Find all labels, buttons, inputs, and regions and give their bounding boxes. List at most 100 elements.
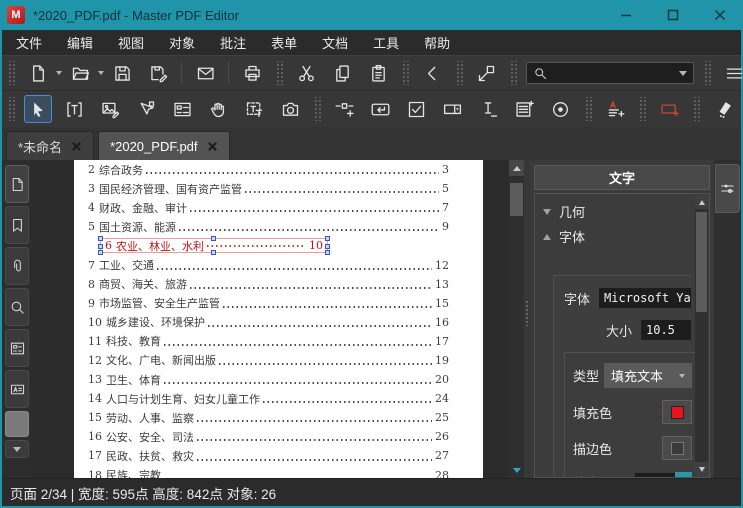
- menu-help[interactable]: 帮助: [424, 33, 450, 52]
- menu-edit[interactable]: 编辑: [67, 33, 93, 52]
- toc-row[interactable]: 16公安、安全、司法26: [88, 427, 449, 446]
- properties-panel-toggle[interactable]: [715, 164, 740, 213]
- line-width-field[interactable]: 1: [635, 473, 675, 479]
- form-fields-button[interactable]: [168, 95, 196, 123]
- text-field-tool-button[interactable]: [474, 95, 502, 123]
- close-button[interactable]: [696, 0, 743, 30]
- select-tool-button[interactable]: [24, 95, 52, 123]
- sidebar-extra-button[interactable]: [5, 411, 29, 437]
- pdf-page[interactable]: 2综合政务3 3国民经济管理、国有资产监管5 4财政、金融、审计7 5国土资源、…: [74, 160, 483, 478]
- enter-key-button[interactable]: [366, 95, 394, 123]
- maximize-button[interactable]: [649, 0, 696, 30]
- close-tab-icon[interactable]: [71, 141, 82, 152]
- print-button[interactable]: [238, 59, 266, 87]
- new-document-button[interactable]: [24, 59, 52, 87]
- font-size-field[interactable]: 10.5: [641, 320, 691, 340]
- toc-row[interactable]: 15劳动、人事、监察25: [88, 408, 449, 427]
- save-as-button[interactable]: [144, 59, 172, 87]
- frame-annotation-button[interactable]: [655, 95, 683, 123]
- sidebar-pages-button[interactable]: [5, 165, 29, 203]
- open-caret-icon[interactable]: [98, 71, 104, 75]
- section-geometry[interactable]: 几何: [543, 199, 691, 224]
- add-node-button[interactable]: [330, 95, 358, 123]
- sidebar-bookmarks-button[interactable]: [5, 206, 29, 244]
- toc-row[interactable]: 10城乡建设、环境保护16: [88, 313, 449, 332]
- menu-comment[interactable]: 批注: [220, 33, 246, 52]
- toolbar-menu-button[interactable]: [720, 59, 743, 87]
- toc-row[interactable]: 3国民经济管理、国有资产监管5: [88, 179, 449, 198]
- edit-image-button[interactable]: [96, 95, 124, 123]
- copy-button[interactable]: [328, 59, 356, 87]
- sidebar-annotations-button[interactable]: [5, 370, 29, 408]
- text-annotation-button[interactable]: [601, 95, 629, 123]
- selection-handle[interactable]: [325, 236, 330, 241]
- panel-splitter[interactable]: [524, 160, 530, 478]
- toc-row[interactable]: 9市场监管、安全生产监管15: [88, 294, 449, 313]
- toolbar-grip[interactable]: [703, 61, 711, 85]
- toc-row[interactable]: 12文化、广电、新闻出版19: [88, 351, 449, 370]
- scrollbar-thumb[interactable]: [510, 183, 523, 216]
- eraser-button[interactable]: [709, 95, 737, 123]
- save-button[interactable]: [108, 59, 136, 87]
- toc-row[interactable]: 18民族、宗教28: [88, 466, 449, 479]
- new-document-caret-icon[interactable]: [56, 71, 62, 75]
- snapshot-button[interactable]: [276, 95, 304, 123]
- sidebar-attachments-button[interactable]: [5, 247, 29, 285]
- toolbar-grip[interactable]: [692, 97, 700, 121]
- search-caret-icon[interactable]: [679, 71, 687, 76]
- tab-2020-pdf[interactable]: *2020_PDF.pdf: [98, 131, 229, 160]
- edit-path-button[interactable]: [132, 95, 160, 123]
- toolbar-grip[interactable]: [638, 97, 646, 121]
- document-viewport[interactable]: 2综合政务3 3国民经济管理、国有资产监管5 4财政、金融、审计7 5国土资源、…: [32, 160, 509, 478]
- select-area-button[interactable]: [240, 95, 268, 123]
- selected-text-object[interactable]: 6 农业、林业、水利 10: [100, 238, 328, 253]
- toc-row[interactable]: 13卫生、体育20: [88, 370, 449, 389]
- line-width-dropdown-button[interactable]: [675, 472, 692, 478]
- sidebar-form-panel-button[interactable]: [5, 329, 29, 367]
- menu-object[interactable]: 对象: [169, 33, 195, 52]
- toolbar-grip[interactable]: [584, 97, 592, 121]
- fit-page-button[interactable]: [472, 59, 500, 87]
- hand-tool-button[interactable]: [204, 95, 232, 123]
- toc-row[interactable]: 17民政、扶贫、救灾27: [88, 446, 449, 465]
- scroll-down-button[interactable]: [695, 462, 708, 476]
- edit-text-button[interactable]: [60, 95, 88, 123]
- previous-view-button[interactable]: [418, 59, 446, 87]
- selection-handle[interactable]: [98, 244, 103, 249]
- toc-row[interactable]: 11科技、教育17: [88, 332, 449, 351]
- menu-form[interactable]: 表单: [271, 33, 297, 52]
- listbox-tool-button[interactable]: [510, 95, 538, 123]
- font-name-field[interactable]: Microsoft YaHei: [599, 288, 691, 308]
- selection-handle[interactable]: [325, 244, 330, 249]
- selection-handle[interactable]: [211, 250, 216, 255]
- selection-handle[interactable]: [98, 250, 103, 255]
- document-scrollbar[interactable]: [509, 160, 524, 478]
- toolbar-grip[interactable]: [455, 61, 463, 85]
- sidebar-search-button[interactable]: [5, 288, 29, 326]
- email-button[interactable]: [191, 59, 219, 87]
- cut-button[interactable]: [292, 59, 320, 87]
- close-tab-icon[interactable]: [207, 141, 218, 152]
- toolbar-grip[interactable]: [313, 97, 321, 121]
- text-type-dropdown[interactable]: 填充文本: [604, 363, 692, 388]
- toc-row[interactable]: 5国土资源、能源9: [88, 217, 449, 236]
- search-box[interactable]: [526, 62, 694, 84]
- selection-handle[interactable]: [325, 250, 330, 255]
- scroll-up-button[interactable]: [695, 195, 708, 209]
- toolbar-grip[interactable]: [275, 61, 283, 85]
- toc-row[interactable]: 8商贸、海关、旅游13: [88, 275, 449, 294]
- toc-row[interactable]: 2综合政务3: [88, 160, 449, 179]
- minimize-button[interactable]: [602, 0, 649, 30]
- toolbar-grip[interactable]: [7, 61, 15, 85]
- scrollbar-thumb[interactable]: [696, 212, 707, 312]
- toc-row-selected[interactable]: 6 农业、林业、水利 10: [88, 236, 449, 255]
- toolbar-grip[interactable]: [509, 61, 517, 85]
- open-button[interactable]: [66, 59, 94, 87]
- sidebar-more-button[interactable]: [5, 440, 29, 458]
- scroll-up-button[interactable]: [509, 160, 524, 176]
- selection-handle[interactable]: [98, 236, 103, 241]
- search-input[interactable]: [553, 65, 674, 81]
- menu-file[interactable]: 文件: [16, 33, 42, 52]
- paste-button[interactable]: [364, 59, 392, 87]
- combobox-tool-button[interactable]: [438, 95, 466, 123]
